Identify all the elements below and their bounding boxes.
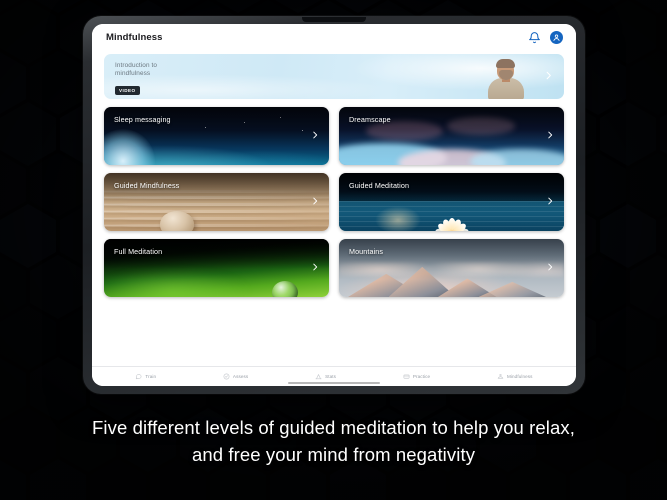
card-guided-meditation[interactable]: Guided Meditation	[339, 173, 564, 231]
card-chevron-right-icon[interactable]	[310, 193, 320, 211]
tablet-notch	[302, 17, 366, 22]
card-title: Dreamscape	[349, 115, 391, 124]
nav-item-mindfulness[interactable]: Mindfulness	[497, 373, 533, 380]
app-content: Introduction to mindfulness VIDEO Sleep …	[92, 51, 576, 366]
card-chevron-right-icon[interactable]	[545, 127, 555, 145]
nav-item-stats[interactable]: Stats	[315, 373, 336, 380]
speech-bubble-icon	[135, 373, 142, 380]
screenshot-root: Mindfulness Introduction to mindfulness …	[0, 0, 667, 500]
card-icon	[403, 373, 410, 380]
page-title: Mindfulness	[106, 32, 163, 43]
promo-caption: Five different levels of guided meditati…	[0, 414, 667, 468]
nav-item-assess[interactable]: Assess	[223, 373, 248, 380]
nav-label: Mindfulness	[506, 374, 533, 379]
card-sleep-messaging[interactable]: Sleep messaging	[104, 107, 329, 165]
card-chevron-right-icon[interactable]	[545, 193, 555, 211]
meditation-card-grid: Sleep messaging Dreamscape Guided Mindfu…	[104, 107, 564, 297]
card-chevron-right-icon[interactable]	[310, 259, 320, 277]
card-mountains[interactable]: Mountains	[339, 239, 564, 297]
chart-icon	[315, 373, 322, 380]
nav-label: Assess	[232, 374, 249, 379]
nav-label: Stats	[325, 374, 337, 379]
card-guided-mindfulness[interactable]: Guided Mindfulness	[104, 173, 329, 231]
home-indicator	[288, 382, 380, 384]
check-circle-icon	[223, 373, 230, 380]
card-dreamscape[interactable]: Dreamscape	[339, 107, 564, 165]
card-title: Sleep messaging	[114, 115, 171, 124]
banner-title-line-2: mindfulness	[115, 70, 151, 78]
nav-label: Practice	[412, 374, 431, 379]
video-badge: VIDEO	[115, 85, 140, 95]
card-title: Guided Mindfulness	[114, 181, 180, 190]
nav-label: Train	[145, 374, 157, 379]
app-header: Mindfulness	[92, 24, 576, 51]
card-chevron-right-icon[interactable]	[310, 127, 320, 145]
header-icon-group	[528, 31, 563, 44]
caption-line-1: Five different levels of guided meditati…	[92, 417, 575, 438]
banner-text-block: Introduction to mindfulness VIDEO	[115, 62, 157, 97]
card-title: Full Meditation	[114, 247, 163, 256]
profile-badge-icon[interactable]	[550, 31, 563, 44]
banner-title-line-1: Introduction to	[115, 62, 157, 69]
nav-item-train[interactable]: Train	[135, 373, 156, 380]
bell-icon[interactable]	[528, 31, 541, 44]
nav-item-practice[interactable]: Practice	[403, 373, 430, 380]
instructor-illustration	[486, 59, 526, 99]
intro-video-banner[interactable]: Introduction to mindfulness VIDEO	[104, 54, 564, 99]
caption-line-2: and free your mind from negativity	[191, 444, 476, 465]
tablet-device-frame: Mindfulness Introduction to mindfulness …	[83, 16, 585, 394]
card-full-meditation[interactable]: Full Meditation	[104, 239, 329, 297]
card-title: Guided Meditation	[349, 181, 410, 190]
meditation-icon	[497, 373, 504, 380]
tablet-screen: Mindfulness Introduction to mindfulness …	[92, 24, 576, 386]
card-chevron-right-icon[interactable]	[545, 259, 555, 277]
banner-chevron-right-icon[interactable]	[543, 68, 554, 86]
card-title: Mountains	[349, 247, 384, 256]
